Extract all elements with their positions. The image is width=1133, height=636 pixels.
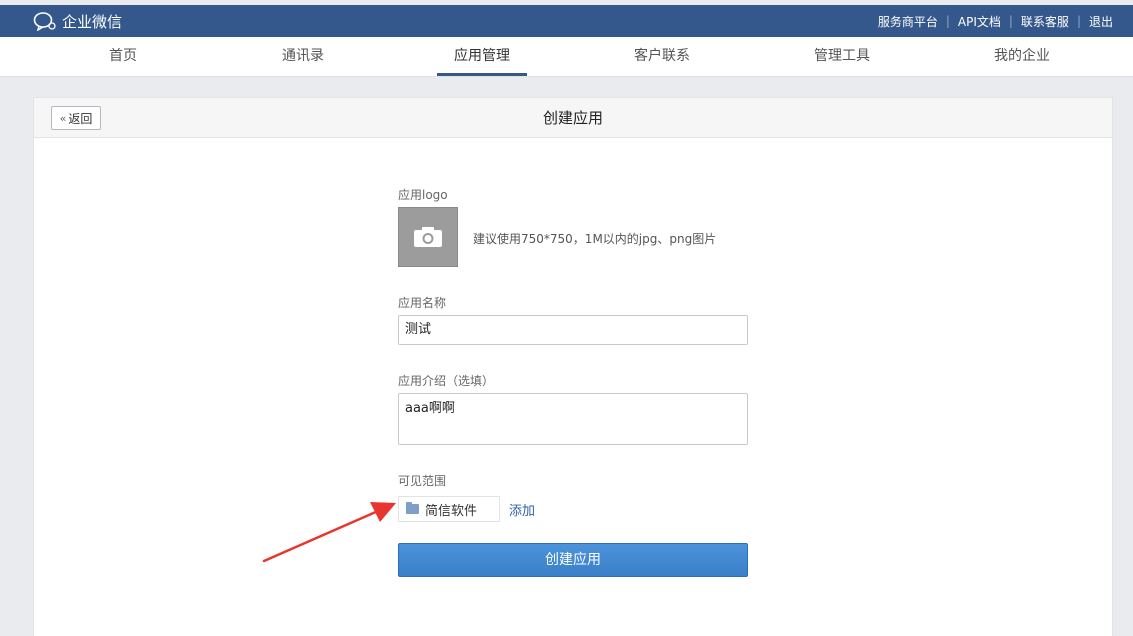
visibility-scope: 简信软件 添加 bbox=[398, 496, 535, 522]
app-name-input[interactable]: 测试 bbox=[398, 315, 748, 345]
create-app-button[interactable]: 创建应用 bbox=[398, 543, 748, 577]
scope-chip[interactable]: 简信软件 bbox=[398, 496, 500, 522]
scope-chip-label: 简信软件 bbox=[425, 503, 478, 519]
logo-upload[interactable] bbox=[398, 207, 458, 267]
logo-hint: 建议使用750*750，1M以内的jpg、png图片 bbox=[473, 232, 717, 246]
wecom-logo-icon bbox=[33, 12, 56, 31]
nav-management-tools[interactable]: 管理工具 bbox=[797, 37, 887, 76]
description-label: 应用介绍（选填） bbox=[398, 374, 495, 388]
main-nav: 首页 通讯录 应用管理 客户联系 管理工具 我的企业 bbox=[0, 37, 1133, 77]
app-description-textarea[interactable]: aaa啊啊 bbox=[398, 393, 748, 445]
top-links: 服务商平台 | API文档 | 联系客服 | 退出 bbox=[878, 5, 1113, 37]
toplink-provider-platform[interactable]: 服务商平台 bbox=[878, 13, 938, 30]
panel-header: « 返回 创建应用 bbox=[34, 98, 1112, 138]
add-scope-link[interactable]: 添加 bbox=[509, 500, 535, 519]
folder-icon bbox=[406, 502, 419, 514]
nav-app-management[interactable]: 应用管理 bbox=[437, 37, 527, 76]
brand-name: 企业微信 bbox=[62, 12, 123, 31]
logo-label: 应用logo bbox=[398, 188, 448, 202]
camera-icon bbox=[414, 227, 442, 247]
divider: | bbox=[945, 14, 950, 28]
divider: | bbox=[1076, 14, 1081, 28]
nav-customer-contact[interactable]: 客户联系 bbox=[617, 37, 707, 76]
toplink-api-docs[interactable]: API文档 bbox=[958, 13, 1001, 30]
nav-my-enterprise[interactable]: 我的企业 bbox=[977, 37, 1067, 76]
nav-contacts[interactable]: 通讯录 bbox=[258, 37, 348, 76]
brand[interactable]: 企业微信 bbox=[33, 5, 122, 37]
toplink-logout[interactable]: 退出 bbox=[1089, 13, 1113, 30]
name-label: 应用名称 bbox=[398, 296, 447, 310]
divider: | bbox=[1008, 14, 1013, 28]
toplink-contact-support[interactable]: 联系客服 bbox=[1021, 13, 1069, 30]
create-app-panel: « 返回 创建应用 应用logo 建议使用750*750，1M以内的jpg、pn… bbox=[33, 97, 1113, 636]
nav-home[interactable]: 首页 bbox=[78, 37, 168, 76]
top-bar: 企业微信 服务商平台 | API文档 | 联系客服 | 退出 bbox=[0, 5, 1133, 37]
visibility-label: 可见范围 bbox=[398, 474, 447, 488]
page-title: 创建应用 bbox=[542, 109, 603, 127]
